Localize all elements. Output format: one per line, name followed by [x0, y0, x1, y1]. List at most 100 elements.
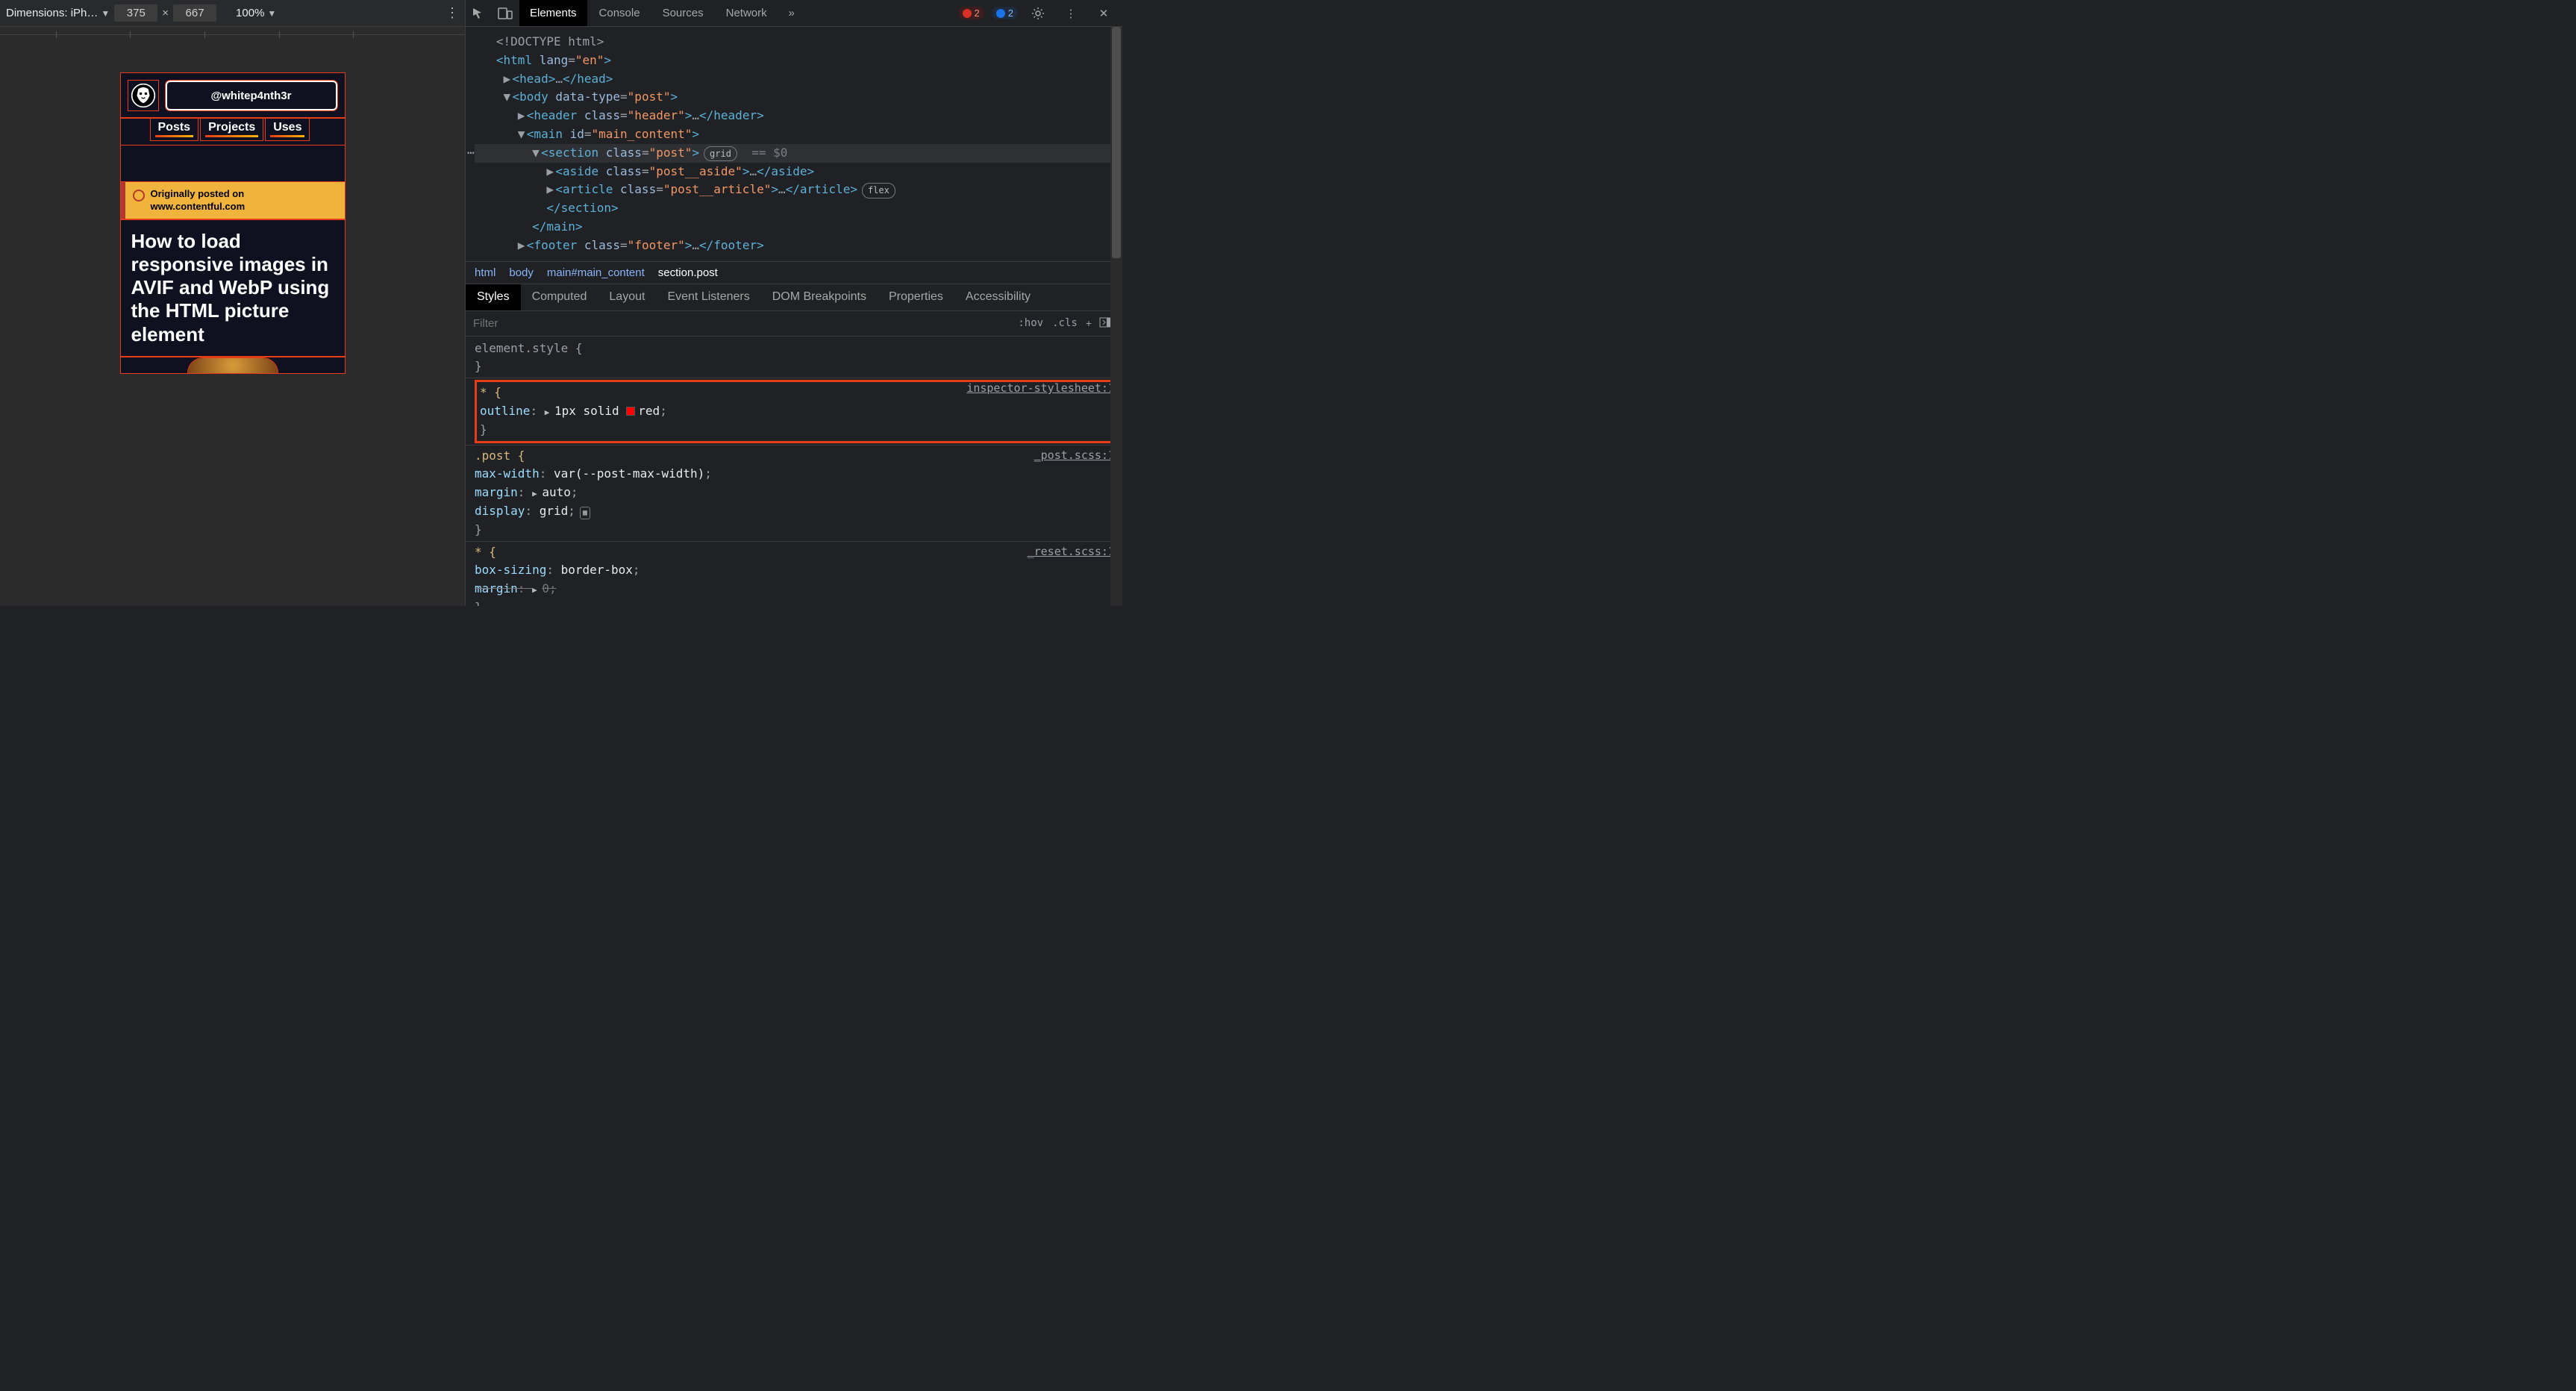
device-toolbar: Dimensions: iPh… ▼ × 100% ▼ ⋮ — [0, 0, 465, 27]
add-rule-icon[interactable]: + — [1082, 317, 1095, 329]
site-nav: Posts Projects Uses — [121, 118, 345, 145]
gear-icon[interactable] — [1025, 1, 1051, 26]
zoom-select[interactable]: 100% ▼ — [236, 7, 276, 19]
rule-element-style[interactable]: element.style { } — [466, 338, 1122, 379]
chevron-down-icon: ▼ — [267, 8, 276, 19]
error-badge[interactable]: 2 — [958, 7, 984, 19]
article-image[interactable] — [188, 358, 278, 373]
dom-node[interactable]: ▼<main id="main_content"> — [475, 125, 1119, 144]
notice-text: Originally posted on www.contentful.com — [151, 188, 246, 213]
dom-node[interactable]: ▼<body data-type="post"> — [475, 88, 1119, 107]
color-swatch-icon[interactable] — [626, 407, 635, 416]
device-label: Dimensions: iPh… — [6, 7, 98, 19]
more-tabs-icon[interactable]: » — [779, 1, 804, 26]
grid-icon[interactable]: ▦ — [580, 507, 590, 520]
target-icon — [133, 190, 145, 201]
rule-post[interactable]: _post.scss:1 .post { max-width: var(--po… — [466, 446, 1122, 542]
site-header: @whitep4nth3r — [121, 73, 345, 118]
crumb-body[interactable]: body — [509, 266, 534, 279]
tab-layout[interactable]: Layout — [598, 284, 656, 310]
rendered-page[interactable]: @whitep4nth3r Posts Projects Uses Origin… — [121, 73, 345, 373]
tab-properties[interactable]: Properties — [878, 284, 954, 310]
crumb-html[interactable]: html — [475, 266, 495, 279]
tab-sources[interactable]: Sources — [652, 0, 714, 26]
tab-network[interactable]: Network — [716, 0, 778, 26]
rule-universal-reset[interactable]: _reset.scss:1 * { box-sizing: border-box… — [466, 542, 1122, 606]
zoom-value: 100% — [236, 7, 264, 19]
dom-node[interactable]: </section> — [475, 199, 1119, 218]
ruler — [0, 27, 465, 43]
dimension-separator: × — [162, 7, 169, 19]
article-block: How to load responsive images in AVIF an… — [121, 219, 345, 357]
rule-source-link[interactable]: inspector-stylesheet:1 — [966, 380, 1115, 397]
crumb-main[interactable]: main#main_content — [547, 266, 645, 279]
notice-bar[interactable]: Originally posted on www.contentful.com — [121, 182, 345, 219]
styles-tabs: Styles Computed Layout Event Listeners D… — [466, 284, 1122, 311]
device-height-input[interactable] — [173, 4, 216, 22]
styles-filter-input[interactable] — [473, 317, 1013, 330]
tab-event-listeners[interactable]: Event Listeners — [656, 284, 760, 310]
cls-toggle[interactable]: .cls — [1048, 317, 1082, 329]
dom-tree[interactable]: <!DOCTYPE html> <html lang="en"> ▶<head>… — [466, 27, 1122, 262]
message-dot-icon — [996, 9, 1005, 18]
more-options-icon[interactable]: ⋮ — [446, 5, 459, 21]
rule-source-link[interactable]: _reset.scss:1 — [1028, 543, 1115, 560]
dom-node[interactable]: ▶<footer class="footer">…</footer> — [475, 237, 1119, 255]
site-logo[interactable] — [128, 81, 158, 110]
handle-badge[interactable]: @whitep4nth3r — [166, 81, 337, 110]
tab-label: Sources — [663, 7, 704, 19]
article-title: How to load responsive images in AVIF an… — [121, 219, 345, 357]
tab-dom-breakpoints[interactable]: DOM Breakpoints — [761, 284, 878, 310]
dom-node[interactable]: ▶<article class="post__article">…</artic… — [475, 181, 1119, 199]
kebab-icon[interactable]: ⋮ — [1058, 1, 1084, 26]
nav-projects[interactable]: Projects — [201, 118, 263, 140]
dom-node[interactable]: </main> — [475, 218, 1119, 237]
crumb-section[interactable]: section.post — [658, 266, 718, 279]
hov-toggle[interactable]: :hov — [1013, 317, 1048, 329]
chevron-down-icon: ▼ — [101, 8, 110, 19]
tab-elements[interactable]: Elements — [519, 0, 587, 26]
article-image-row — [121, 357, 345, 373]
ellipsis-icon[interactable]: ⋯ — [467, 144, 475, 163]
dom-node[interactable]: ▶<aside class="post__aside">…</aside> — [475, 163, 1119, 181]
close-icon[interactable]: ✕ — [1091, 1, 1116, 26]
inspect-icon[interactable] — [466, 1, 491, 26]
nav-label: Projects — [208, 121, 255, 134]
nav-label: Uses — [273, 121, 301, 134]
devtools-toolbar: Elements Console Sources Network » 2 2 ⋮… — [466, 0, 1122, 27]
tab-accessibility[interactable]: Accessibility — [954, 284, 1042, 310]
breadcrumb: html body main#main_content section.post — [466, 262, 1122, 284]
styles-filter-row: :hov .cls + — [466, 311, 1122, 337]
scrollbar-thumb[interactable] — [1112, 27, 1121, 258]
tab-styles[interactable]: Styles — [466, 284, 521, 310]
tab-console[interactable]: Console — [589, 0, 651, 26]
message-badge[interactable]: 2 — [992, 7, 1018, 19]
error-count: 2 — [975, 7, 980, 19]
nav-label: Posts — [158, 121, 191, 134]
tab-computed[interactable]: Computed — [521, 284, 598, 310]
styles-pane[interactable]: element.style { } inspector-stylesheet:1… — [466, 337, 1122, 606]
message-count: 2 — [1008, 7, 1013, 19]
dom-node[interactable]: ▶<head>…</head> — [475, 70, 1119, 89]
rule-source-link[interactable]: _post.scss:1 — [1034, 447, 1115, 464]
nav-posts[interactable]: Posts — [151, 118, 198, 140]
tab-label: Console — [599, 7, 640, 19]
tab-label: Network — [726, 7, 767, 19]
grid-badge[interactable]: grid — [704, 146, 737, 162]
dom-node[interactable]: <!DOCTYPE html> — [475, 33, 1119, 51]
error-dot-icon — [963, 9, 972, 18]
scrollbar[interactable] — [1110, 27, 1122, 606]
dom-node[interactable]: ▶<header class="header">…</header> — [475, 107, 1119, 125]
flex-badge[interactable]: flex — [862, 183, 895, 199]
device-toggle-icon[interactable] — [493, 1, 518, 26]
device-preview-panel: Dimensions: iPh… ▼ × 100% ▼ ⋮ — [0, 0, 466, 606]
nav-uses[interactable]: Uses — [266, 118, 309, 140]
devtools-panel: Elements Console Sources Network » 2 2 ⋮… — [466, 0, 1122, 606]
dom-node-selected[interactable]: ⋯ ▼<section class="post">grid == $0 — [475, 144, 1119, 163]
device-select[interactable]: Dimensions: iPh… ▼ — [6, 7, 110, 19]
handle-text: @whitep4nth3r — [211, 90, 292, 102]
dom-node[interactable]: <html lang="en"> — [475, 51, 1119, 70]
panther-icon — [131, 83, 156, 108]
rule-universal-outline[interactable]: inspector-stylesheet:1 * { outline: ▶ 1p… — [466, 378, 1122, 445]
device-width-input[interactable] — [114, 4, 157, 22]
